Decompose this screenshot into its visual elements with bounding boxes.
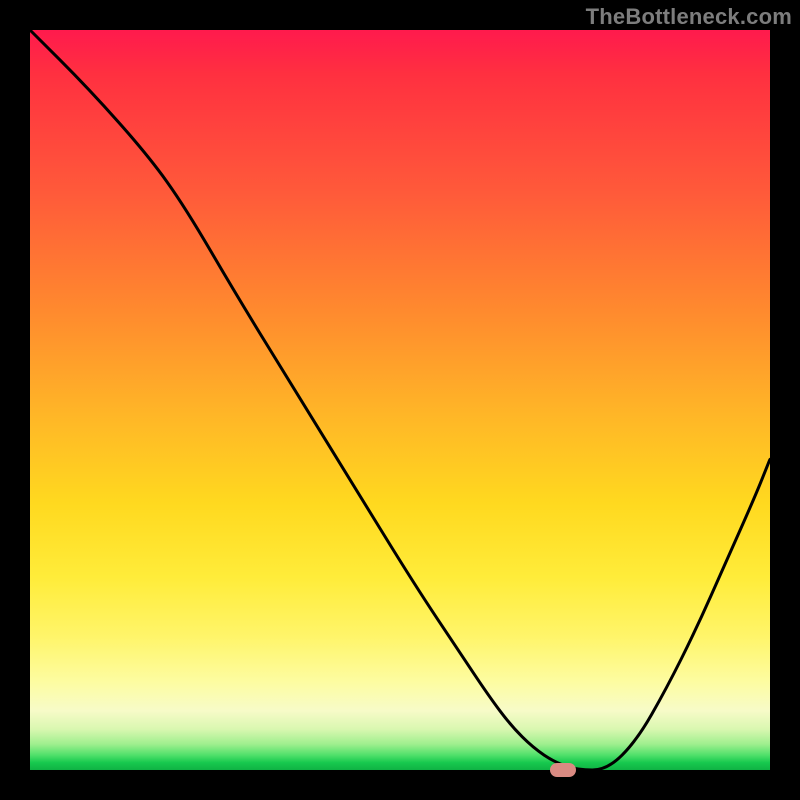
watermark-text: TheBottleneck.com	[586, 4, 792, 30]
chart-frame: TheBottleneck.com	[0, 0, 800, 800]
curve-svg	[30, 30, 770, 770]
bottleneck-marker	[550, 763, 576, 777]
bottleneck-curve-path	[30, 30, 770, 770]
